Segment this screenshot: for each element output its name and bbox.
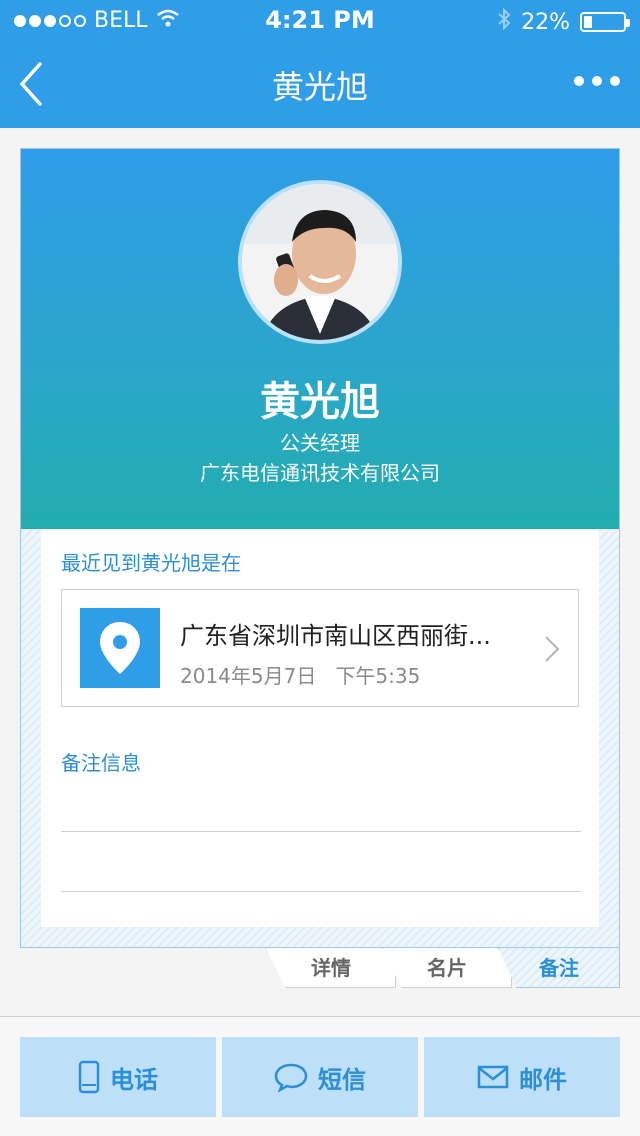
mail-icon: [477, 1065, 509, 1089]
tab-notes[interactable]: 备注: [498, 948, 620, 988]
battery-percent: 22%: [521, 9, 570, 35]
call-button[interactable]: 电话: [20, 1037, 216, 1117]
sms-label: 短信: [318, 1065, 366, 1094]
more-dot: [574, 76, 584, 86]
navigation-bar: 黄光旭: [0, 40, 640, 128]
more-dot: [592, 76, 602, 86]
email-label: 邮件: [519, 1065, 567, 1094]
page-title: 黄光旭: [271, 68, 368, 106]
battery-icon: [580, 12, 630, 32]
sms-button[interactable]: 短信: [222, 1037, 418, 1117]
more-options-button[interactable]: [574, 76, 620, 86]
contact-company: 广东电信通讯技术有限公司: [200, 461, 440, 485]
status-right: 22%: [497, 7, 630, 36]
tab-details[interactable]: 详情: [266, 948, 396, 988]
email-button[interactable]: 邮件: [424, 1037, 620, 1117]
status-bar: BELL 4:21 PM 22%: [0, 0, 640, 40]
chevron-right-icon: [542, 634, 562, 664]
card-tabs: 详情 名片 备注: [260, 948, 620, 988]
message-bubble-icon: [274, 1063, 308, 1092]
last-seen-location[interactable]: 广东省深圳市南山区西丽街... 2014年5月7日 下午5:35: [61, 589, 579, 707]
bluetooth-icon: [497, 7, 511, 36]
call-label: 电话: [110, 1065, 158, 1094]
avatar[interactable]: [238, 180, 402, 344]
last-seen-label: 最近见到黄光旭是在: [61, 551, 241, 575]
location-date: 2014年5月7日: [180, 664, 317, 688]
battery-level: [584, 16, 592, 28]
contact-role: 公关经理: [280, 431, 360, 455]
phone-icon: [78, 1060, 100, 1094]
location-datetime: 2014年5月7日 下午5:35: [180, 660, 420, 689]
notes-panel: 最近见到黄光旭是在 广东省深圳市南山区西丽街... 2014年5月7日 下午5:…: [41, 529, 599, 927]
profile-header: 黄光旭 公关经理 广东电信通讯技术有限公司: [21, 149, 619, 529]
contact-name: 黄光旭: [260, 379, 380, 425]
location-address: 广东省深圳市南山区西丽街...: [180, 622, 491, 650]
top-bar: BELL 4:21 PM 22% 黄光旭: [0, 0, 640, 128]
person-photo: [242, 184, 398, 340]
note-input-line[interactable]: [61, 891, 581, 892]
contact-card: 黄光旭 公关经理 广东电信通讯技术有限公司 最近见到黄光旭是在 广东省深圳市南山…: [20, 148, 620, 948]
tab-business-card[interactable]: 名片: [382, 948, 512, 988]
action-bar: 电话 短信 邮件: [0, 1016, 640, 1136]
notes-label: 备注信息: [61, 751, 141, 775]
contact-detail-screen: BELL 4:21 PM 22% 黄光旭 黄光旭 公关经理 广东电信通讯技术有限…: [0, 0, 640, 1136]
location-pin-icon: [80, 608, 160, 688]
location-time: 下午5:35: [335, 664, 421, 688]
more-dot: [610, 76, 620, 86]
note-input-line[interactable]: [61, 831, 581, 832]
